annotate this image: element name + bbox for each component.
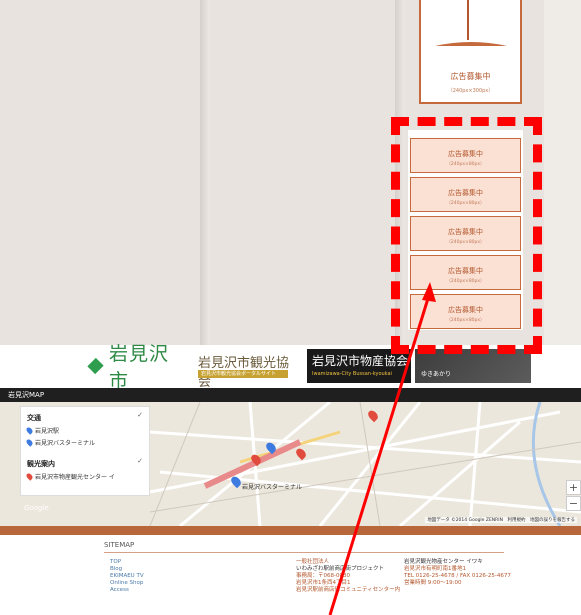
map-place-label: 岩見沢バスターミナル	[242, 484, 303, 491]
org-line: 岩見沢駅前商店街コミュニティセンター内	[296, 587, 401, 593]
legend-item[interactable]: 岩見沢バスターミナル	[35, 438, 95, 447]
map-pin-icon	[25, 426, 34, 435]
zoom-in-button[interactable]: +	[566, 480, 581, 495]
org-line: 岩見沢市1条西4丁目1	[296, 580, 351, 586]
map-header: 岩見沢MAP	[0, 388, 581, 402]
city-logo-icon	[87, 357, 104, 375]
event-name: ゆきあかり	[421, 371, 452, 378]
center-line: 岩見沢市有明町南1番地1	[404, 566, 466, 572]
map-legend: 交通 ✓ 岩見沢駅 岩見沢バスターミナル 観光案内 ✓ 岩見沢市物産観光センター…	[20, 406, 150, 496]
footer-link-shop[interactable]: Online Shop	[110, 580, 144, 587]
right-column	[544, 0, 581, 345]
org-info: 一般社団法人 いわみざわ駅前商店街プロジェクト 事務局：〒068-0030 岩見…	[296, 559, 400, 594]
center-info: 岩見沢観光物産センター イワキ 岩見沢市有明町南1番地1 TEL 0126-25…	[404, 559, 511, 587]
center-line: 営業時間 9:00〜19:00	[404, 580, 462, 586]
ad-base-icon	[435, 42, 507, 46]
footer-nav: TOP Blog EKIMAEU TV Online Shop Access	[110, 559, 144, 594]
banner-event[interactable]: ゆきあかり	[415, 349, 531, 383]
map-pin-icon	[25, 438, 34, 447]
products-name: 岩見沢市物産協会	[312, 354, 409, 368]
products-subtitle: Iwamizawa-City Bussan-kyoukai	[312, 371, 392, 377]
org-line: いわみざわ駅前商店街プロジェクト	[296, 566, 385, 572]
legend-transport-heading: 交通	[27, 414, 41, 422]
center-line: TEL 0126-25-4678 / FAX 0126-25-4677	[404, 573, 511, 579]
divider	[104, 552, 504, 553]
footer-bar	[0, 526, 581, 535]
google-logo: Google	[24, 504, 49, 512]
legend-item[interactable]: 岩見沢駅	[35, 426, 59, 435]
banner-city[interactable]: 岩見沢市	[86, 343, 182, 392]
city-name: 岩見沢市	[108, 343, 169, 392]
map[interactable]: 交通 ✓ 岩見沢駅 岩見沢バスターミナル 観光案内 ✓ 岩見沢市物産観光センター…	[0, 402, 581, 526]
center-line: 岩見沢観光物産センター イワキ	[404, 559, 483, 565]
banner-products[interactable]: 岩見沢市物産協会 Iwamizawa-City Bussan-kyoukai	[307, 349, 411, 383]
org-line: 一般社団法人	[296, 559, 330, 565]
org-line: 事務局：〒068-0030	[296, 573, 350, 579]
ad-title: 広告募集中	[450, 72, 491, 81]
legend-tourism-heading: 観光案内	[27, 460, 55, 468]
footer: SITEMAP TOP Blog EKIMAEU TV Online Shop …	[0, 526, 581, 615]
legend-item[interactable]: 岩見沢市物産観光センター イ	[35, 472, 115, 481]
checkbox-icon[interactable]: ✓	[137, 411, 143, 419]
ad-slot-large[interactable]: 広告募集中 （240px×300px）	[419, 0, 522, 104]
map-credit[interactable]: 地図データ ©2014 Google ZENRIN 利用規約 地図の誤りを報告す…	[425, 517, 577, 523]
tourism-subtitle: 岩見沢市観光協会ポータルサイト	[198, 370, 288, 378]
footer-link-tv[interactable]: EKIMAEU TV	[110, 573, 144, 580]
footer-link-blog[interactable]: Blog	[110, 566, 144, 573]
zoom-out-button[interactable]: −	[566, 496, 581, 511]
footer-link-top[interactable]: TOP	[110, 559, 144, 566]
highlight-frame	[391, 117, 542, 354]
footer-link-access[interactable]: Access	[110, 587, 144, 594]
map-pin-icon	[25, 472, 34, 481]
banner-tourism[interactable]: 岩見沢市観光協会 岩見沢市観光協会ポータルサイト	[190, 349, 300, 390]
column-divider	[200, 0, 210, 345]
map-title: 岩見沢MAP	[8, 391, 45, 399]
sitemap-heading: SITEMAP	[104, 541, 135, 549]
ad-size: （240px×300px）	[447, 88, 494, 94]
checkbox-icon[interactable]: ✓	[137, 457, 143, 465]
